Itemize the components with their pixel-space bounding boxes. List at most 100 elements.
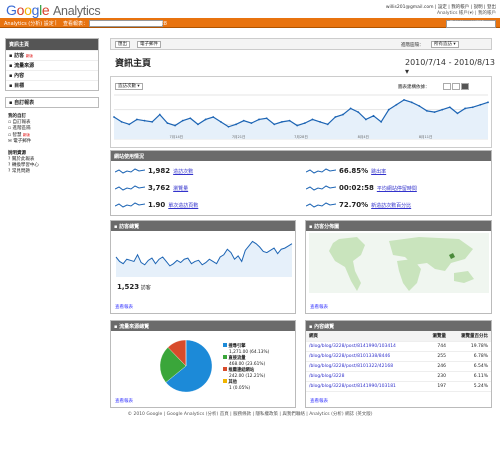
card-header: ▪ 流量來源總覽 — [111, 321, 295, 331]
sparkline — [306, 185, 336, 191]
settings-link[interactable]: Analytics (分析) 設定 — [4, 20, 54, 27]
custom-reports-box[interactable]: ▪ 自訂報表 — [5, 97, 99, 108]
table-row: /blog/blog/3228/post/8101322/42168 246 6.5… — [306, 361, 491, 372]
metric-label[interactable]: 瀏覽量 — [173, 185, 188, 192]
sparkline — [115, 202, 145, 208]
traffic-pie-chart — [159, 339, 213, 393]
metric-label[interactable]: 平均網站停留時間 — [377, 185, 417, 192]
graph-month-button[interactable] — [461, 83, 469, 90]
legend-label: 其他 — [228, 380, 237, 385]
sidebar-item-goals[interactable]: ▪ 目標 — [6, 80, 98, 90]
view-report-link[interactable]: 查看報表 — [115, 304, 133, 310]
data-point — [487, 101, 489, 104]
site-select[interactable]: blog.ilc.edu.tw/blog/blog/3228 — [89, 20, 167, 27]
sidebar-item-dashboard[interactable]: 資訊主頁 — [6, 39, 98, 50]
data-point — [189, 117, 192, 120]
page-cell[interactable]: /blog/blog/3228/post/8101322/42168 — [306, 361, 425, 372]
usage-metric: 1,982 造訪次數 — [115, 167, 193, 175]
world-map[interactable] — [309, 233, 489, 293]
data-point — [197, 123, 199, 126]
account-area: willis201@gmail.com | 設定 | 我的帳戶 | 說明 | 登… — [386, 4, 496, 16]
sparkline — [306, 168, 336, 174]
data-point — [219, 120, 222, 123]
main-content: 匯出 電子郵件 進階區隔： 所有造訪 ▾ — [110, 38, 492, 50]
metric-label[interactable]: 新造訪次數百分比 — [371, 202, 411, 209]
data-point — [357, 111, 360, 114]
custom-reports-link[interactable]: ▪ 自訂報表 — [6, 98, 98, 107]
footer: © 2010 Google | Google Analytics (分析) 首頁… — [127, 412, 373, 417]
sidebar-item-content[interactable]: ▪ 內容 — [6, 70, 98, 80]
side-link[interactable]: ✉ 電子郵件 — [8, 139, 99, 145]
date-range[interactable]: 2010/7/14 - 2010/8/13 ▾ — [405, 58, 500, 76]
page-title: 資訊主頁 — [115, 59, 152, 69]
data-point — [441, 108, 444, 111]
data-point — [334, 116, 337, 118]
page-cell[interactable]: /blog/blog/3228/post/8141990/103181 — [306, 381, 425, 392]
metric-dropdown[interactable]: 造訪次數 ▾ — [115, 83, 143, 90]
sparkline — [115, 185, 145, 191]
percent-cell: 6.54% — [449, 361, 491, 372]
data-point — [227, 125, 230, 128]
account-select[interactable]: 我的使用者帳號 — [446, 20, 496, 28]
visitors-overview-card: ▪ 訪客總覽 1,523 訪客 查看報表 — [110, 220, 296, 314]
col-header[interactable]: 網頁 — [306, 331, 425, 342]
data-point — [151, 120, 154, 123]
legend-label: 直接流量 — [228, 356, 246, 361]
col-header[interactable]: 瀏覽量百分比 — [449, 331, 491, 342]
page-cell[interactable]: /blog/blog/3228/post/8101338/8446 — [306, 351, 425, 362]
sparkline — [306, 202, 336, 208]
new-badge: 新版 — [25, 54, 33, 58]
email-button[interactable]: 電子郵件 — [137, 41, 161, 48]
data-point — [395, 103, 398, 106]
usage-metric: 00:02:58 平均網站停留時間 — [306, 184, 417, 192]
legend-value: 1,271.00 (64.13%) — [229, 349, 270, 355]
account-email[interactable]: willis201@gmail.com — [386, 5, 434, 10]
view-report-link[interactable]: 查看報表 — [115, 398, 133, 404]
segment-dropdown[interactable]: 所有造訪 ▾ — [431, 41, 459, 48]
site-usage-card: 網站使用情況 1,982 造訪次數 3,762 瀏覽量 1.90 單次造訪頁數 66.85%… — [110, 150, 492, 216]
data-point — [265, 117, 268, 120]
metric-label[interactable]: 跳出率 — [371, 168, 386, 175]
sidebar-label: 目標 — [14, 83, 25, 89]
sidebar-item-visitors[interactable]: ▪ 訪客 新版 — [6, 50, 98, 60]
card-header: 網站使用情況 — [111, 151, 491, 161]
export-button[interactable]: 匯出 — [115, 41, 130, 48]
data-point — [120, 120, 123, 123]
data-point — [303, 122, 306, 125]
legend-value: 1 (0.05%) — [229, 385, 251, 391]
table-row: /blog/blog/3228/post/8101338/8446 255 6.78… — [306, 351, 491, 362]
col-header[interactable]: 瀏覽量 — [424, 331, 449, 342]
data-point — [387, 108, 390, 111]
side-link[interactable]: ▫ 智慧 新版 — [8, 132, 99, 139]
metric-label[interactable]: 單次造訪頁數 — [168, 202, 198, 209]
usage-metric: 66.85% 跳出率 — [306, 167, 386, 175]
card-header: ▪ 內容總覽 — [306, 321, 491, 331]
data-point — [258, 118, 260, 121]
side-link-label: 智慧 — [12, 133, 22, 138]
sidebar-item-traffic[interactable]: ▪ 流量來源 — [6, 60, 98, 70]
data-point — [273, 123, 276, 126]
page-cell[interactable]: /blog/blog/3228 — [306, 371, 425, 382]
logo-letter: o — [16, 2, 25, 18]
my-custom-section: 我的自訂 ▫ 自訂報表 ▫ 進階區隔 ▫ 智慧 新版 ✉ 電子郵件 — [5, 114, 99, 145]
sidebar-label: 流量來源 — [14, 63, 35, 69]
logo-letter: o — [24, 2, 32, 18]
side-link[interactable]: ? 常見問題 — [8, 169, 99, 175]
visitors-count-label: 訪客 — [140, 285, 151, 291]
metric-value: 66.85% — [339, 167, 369, 175]
graph-week-button[interactable] — [452, 83, 460, 90]
card-title: 流量來源總覽 — [119, 324, 150, 330]
view-report-link[interactable]: 查看報表 — [310, 398, 328, 404]
visitors-count: 1,523 訪客 — [117, 283, 151, 291]
page-cell[interactable]: /blog/blog/3228/post/8141990/103414 — [306, 341, 425, 352]
account-sub[interactable]: Analytics 帳戶(▾) | 我的帳戶 — [386, 10, 496, 16]
graph-day-button[interactable] — [443, 83, 451, 90]
topbar-separator: | — [55, 20, 57, 26]
view-report-link[interactable]: 查看報表 — [310, 304, 328, 310]
data-point — [128, 123, 131, 126]
data-point — [433, 111, 436, 114]
metric-label[interactable]: 造訪次數 — [173, 168, 193, 175]
help-section: 說明資源 ? 關於此報表 ? 轉換學習中心 ? 常見問題 — [5, 151, 99, 175]
pageviews-cell: 255 — [424, 351, 449, 362]
data-point — [250, 122, 253, 125]
